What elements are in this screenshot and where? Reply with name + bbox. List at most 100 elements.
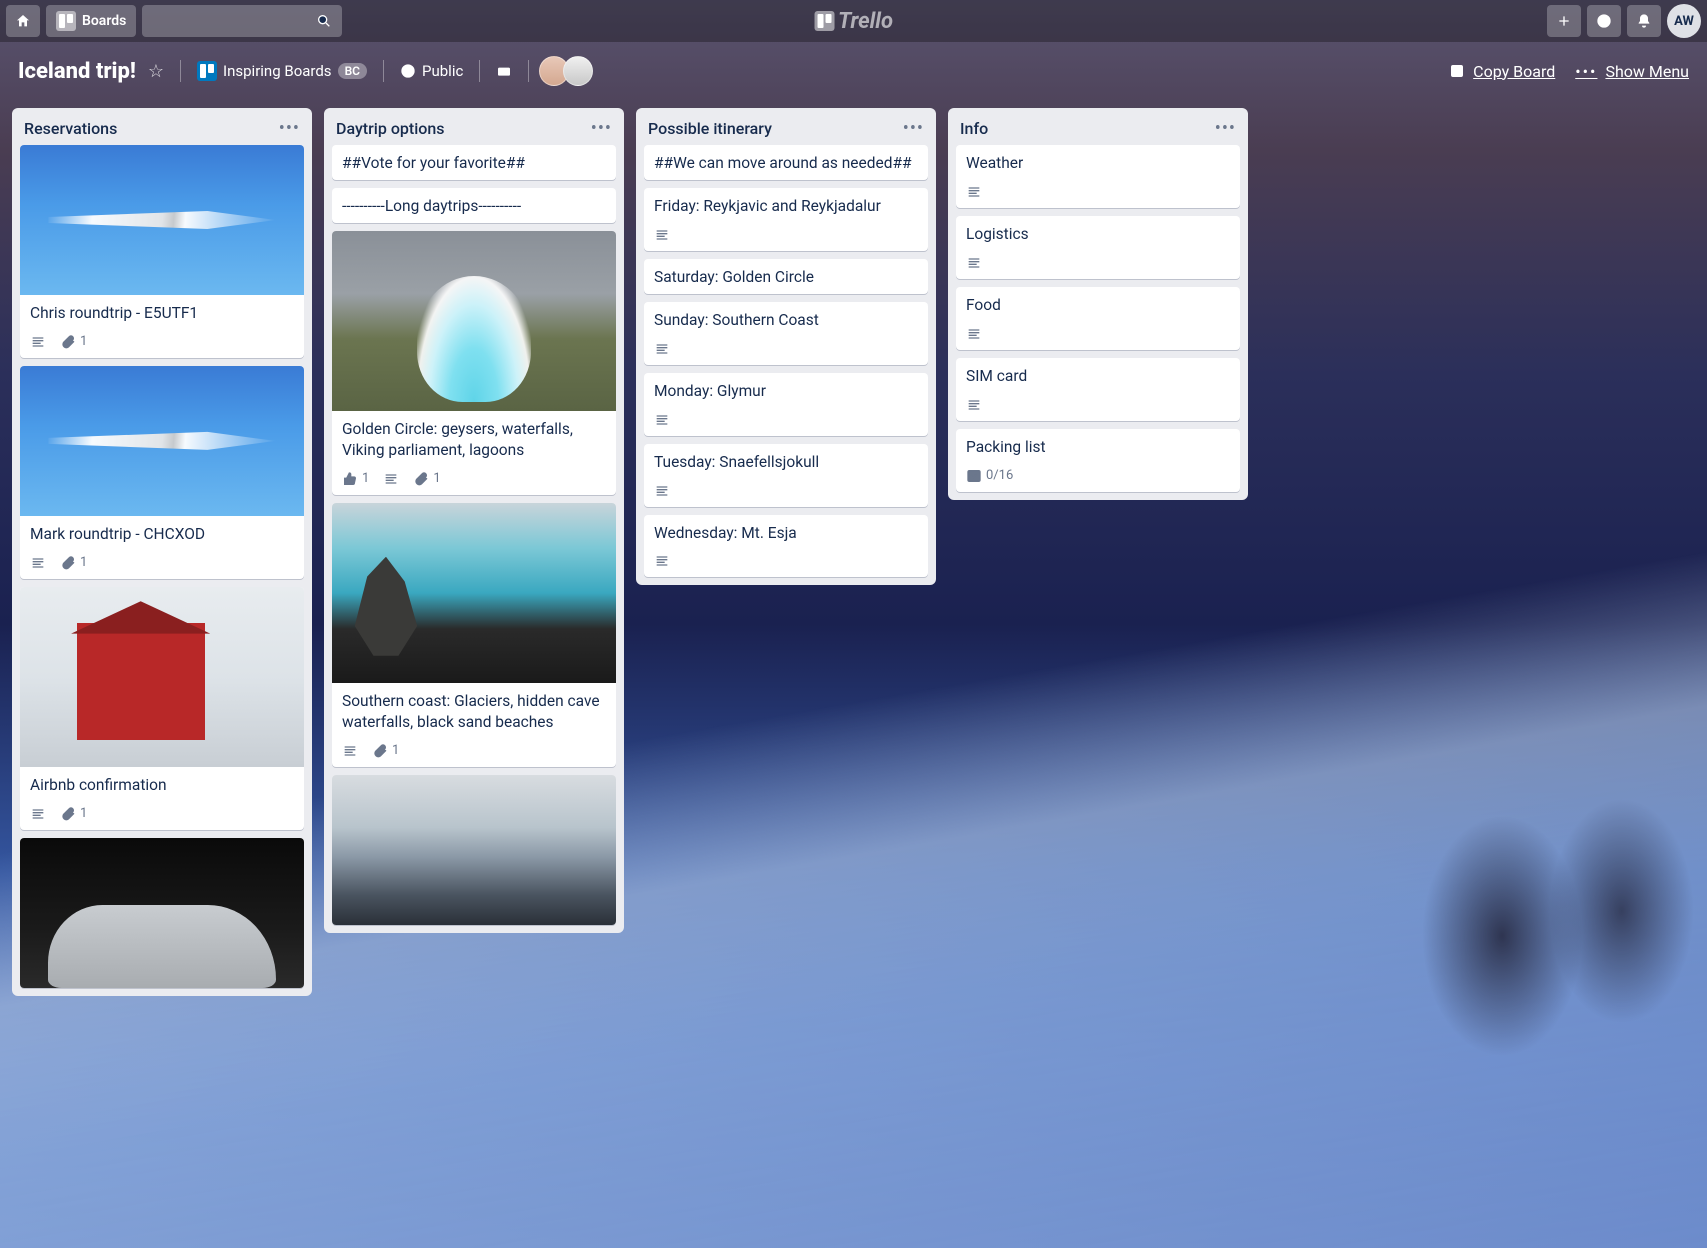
card[interactable]: Logistics (956, 216, 1240, 279)
card[interactable]: ##We can move around as needed## (644, 145, 928, 180)
card-cover (20, 838, 304, 988)
boards-button[interactable]: Boards (46, 5, 136, 37)
board-icon (1449, 63, 1465, 79)
list-header: Possible itinerary ••• (636, 108, 936, 145)
attachments-badge: 1 (60, 806, 87, 822)
card[interactable]: Airbnb confirmation 1 (20, 587, 304, 830)
attachments-badge: 1 (60, 334, 87, 350)
board-title[interactable]: Iceland trip! (18, 59, 136, 84)
description-badge (654, 553, 670, 569)
list-menu-button[interactable]: ••• (1215, 118, 1236, 139)
card-badges (956, 180, 1240, 208)
visibility-chip[interactable]: Public (400, 62, 463, 80)
boards-label: Boards (82, 13, 126, 29)
card-cover (332, 231, 616, 411)
board-canvas[interactable]: Reservations ••• Chris roundtrip - E5UTF… (0, 100, 1707, 1248)
board-header: Iceland trip! ☆ Inspiring Boards BC Publ… (0, 42, 1707, 100)
card[interactable] (332, 775, 616, 925)
card-body: Airbnb confirmation (20, 767, 304, 802)
card-badges (956, 322, 1240, 350)
attachment-icon (372, 743, 388, 759)
card-badges: 1 (20, 551, 304, 579)
card[interactable]: Packing list0/16 (956, 429, 1240, 492)
description-badge (654, 412, 670, 428)
card-badges: 1 (20, 802, 304, 830)
card[interactable]: Weather (956, 145, 1240, 208)
list-menu-button[interactable]: ••• (591, 118, 612, 139)
card-badges: 0/16 (956, 464, 1240, 492)
card-title: ##Vote for your favorite## (342, 153, 606, 174)
card-title: Sunday: Southern Coast (654, 310, 918, 331)
description-badge (383, 471, 399, 487)
card[interactable]: Golden Circle: geysers, waterfalls, Viki… (332, 231, 616, 495)
card-body: Golden Circle: geysers, waterfalls, Viki… (332, 411, 616, 467)
card-body: Southern coast: Glaciers, hidden cave wa… (332, 683, 616, 739)
card[interactable]: SIM card (956, 358, 1240, 421)
card-title: Southern coast: Glaciers, hidden cave wa… (342, 691, 606, 733)
list-cards: ##Vote for your favorite## ----------Long… (324, 145, 624, 933)
card-cover (20, 366, 304, 516)
thumbs-up-icon (342, 471, 358, 487)
description-badge (966, 184, 982, 200)
card[interactable]: Sunday: Southern Coast (644, 302, 928, 365)
team-chip[interactable]: Inspiring Boards BC (197, 61, 367, 81)
card-badges (644, 479, 928, 507)
star-button[interactable]: ☆ (148, 61, 164, 82)
attachments-badge: 1 (372, 743, 399, 759)
card-body: Food (956, 287, 1240, 322)
board-members[interactable] (545, 56, 593, 86)
card[interactable]: Mark roundtrip - CHCXOD1 (20, 366, 304, 579)
card-title: SIM card (966, 366, 1230, 387)
description-icon (966, 397, 982, 413)
show-menu-link[interactable]: ••• Show Menu (1575, 62, 1689, 81)
card[interactable]: Saturday: Golden Circle (644, 259, 928, 294)
card[interactable]: ##Vote for your favorite## (332, 145, 616, 180)
list-title[interactable]: Daytrip options (336, 119, 445, 138)
list-title[interactable]: Possible itinerary (648, 119, 772, 138)
description-icon (966, 255, 982, 271)
brand-logo: Trello (814, 9, 893, 34)
card[interactable]: Friday: Reykjavic and Reykjadalur (644, 188, 928, 251)
description-badge (966, 397, 982, 413)
card[interactable]: Tuesday: Snaefellsjokull (644, 444, 928, 507)
search-icon (316, 13, 332, 29)
card-body: Mark roundtrip - CHCXOD (20, 516, 304, 551)
description-badge (654, 227, 670, 243)
description-badge (30, 555, 46, 571)
list-title[interactable]: Info (960, 119, 988, 138)
card-title: Food (966, 295, 1230, 316)
card-badges: 1 (332, 739, 616, 767)
list-menu-button[interactable]: ••• (903, 118, 924, 139)
card-title: Weather (966, 153, 1230, 174)
copy-board-link[interactable]: Copy Board (1449, 62, 1555, 81)
list: Info ••• Weather Logistics Food SIM card Pac… (948, 108, 1248, 500)
description-icon (383, 471, 399, 487)
info-icon (1596, 13, 1612, 29)
card-body: ##Vote for your favorite## (332, 145, 616, 180)
list-title[interactable]: Reservations (24, 119, 117, 138)
list-header: Info ••• (948, 108, 1248, 145)
butler-chip[interactable] (496, 63, 512, 79)
search-input[interactable] (142, 5, 342, 37)
card[interactable]: Food (956, 287, 1240, 350)
home-button[interactable] (6, 5, 40, 37)
list-menu-button[interactable]: ••• (279, 118, 300, 139)
description-icon (966, 184, 982, 200)
card[interactable]: Wednesday: Mt. Esja (644, 515, 928, 578)
attachment-icon (413, 471, 429, 487)
info-button[interactable] (1587, 5, 1621, 37)
card-body: Packing list (956, 429, 1240, 464)
card[interactable]: Southern coast: Glaciers, hidden cave wa… (332, 503, 616, 767)
notifications-button[interactable] (1627, 5, 1661, 37)
description-badge (654, 483, 670, 499)
create-button[interactable] (1547, 5, 1581, 37)
card[interactable]: Monday: Glymur (644, 373, 928, 436)
description-icon (654, 483, 670, 499)
user-avatar[interactable]: AW (1667, 4, 1701, 38)
card[interactable]: ----------Long daytrips---------- (332, 188, 616, 223)
card[interactable]: Chris roundtrip - E5UTF11 (20, 145, 304, 358)
card[interactable] (20, 838, 304, 988)
boards-icon (56, 11, 76, 31)
description-icon (30, 334, 46, 350)
description-icon (30, 555, 46, 571)
